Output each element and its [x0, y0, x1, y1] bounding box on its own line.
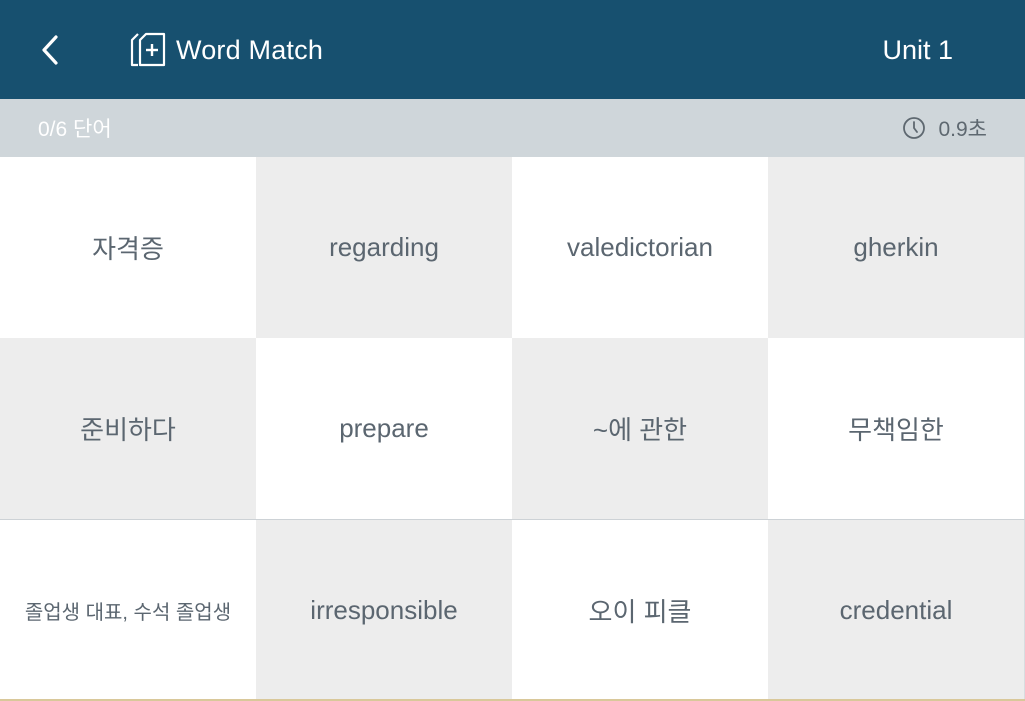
match-card[interactable]: gherkin	[768, 157, 1025, 338]
match-card[interactable]: 자격증	[0, 157, 256, 338]
card-grid: 자격증 regarding valedictorian gherkin 준비하다…	[0, 157, 1025, 701]
card-add-icon	[130, 32, 166, 67]
match-card[interactable]: 준비하다	[0, 338, 256, 519]
match-card[interactable]: ~에 관한	[512, 338, 768, 519]
match-card[interactable]: 졸업생 대표, 수석 졸업생	[0, 519, 256, 701]
timer: 0.9초	[902, 99, 987, 157]
match-card[interactable]: prepare	[256, 338, 512, 519]
status-bar: 0/6 단어 0.9초	[0, 99, 1025, 157]
app-header: Word Match Unit 1	[0, 0, 1025, 99]
matched-count: 0/6 단어	[38, 118, 112, 141]
match-card[interactable]: irresponsible	[256, 519, 512, 701]
match-card[interactable]: 오이 피클	[512, 519, 768, 701]
app-title: Word Match	[130, 28, 323, 72]
timer-value: 0.9초	[938, 118, 987, 141]
unit-label: Unit 1	[882, 34, 953, 65]
match-card[interactable]: regarding	[256, 157, 512, 338]
match-card[interactable]: 무책임한	[768, 338, 1025, 519]
match-card[interactable]: credential	[768, 519, 1025, 701]
back-button[interactable]	[30, 28, 70, 72]
page-title: Word Match	[176, 34, 324, 65]
match-card[interactable]: valedictorian	[512, 157, 768, 338]
clock-icon	[903, 117, 926, 139]
chevron-left-icon	[42, 35, 58, 65]
